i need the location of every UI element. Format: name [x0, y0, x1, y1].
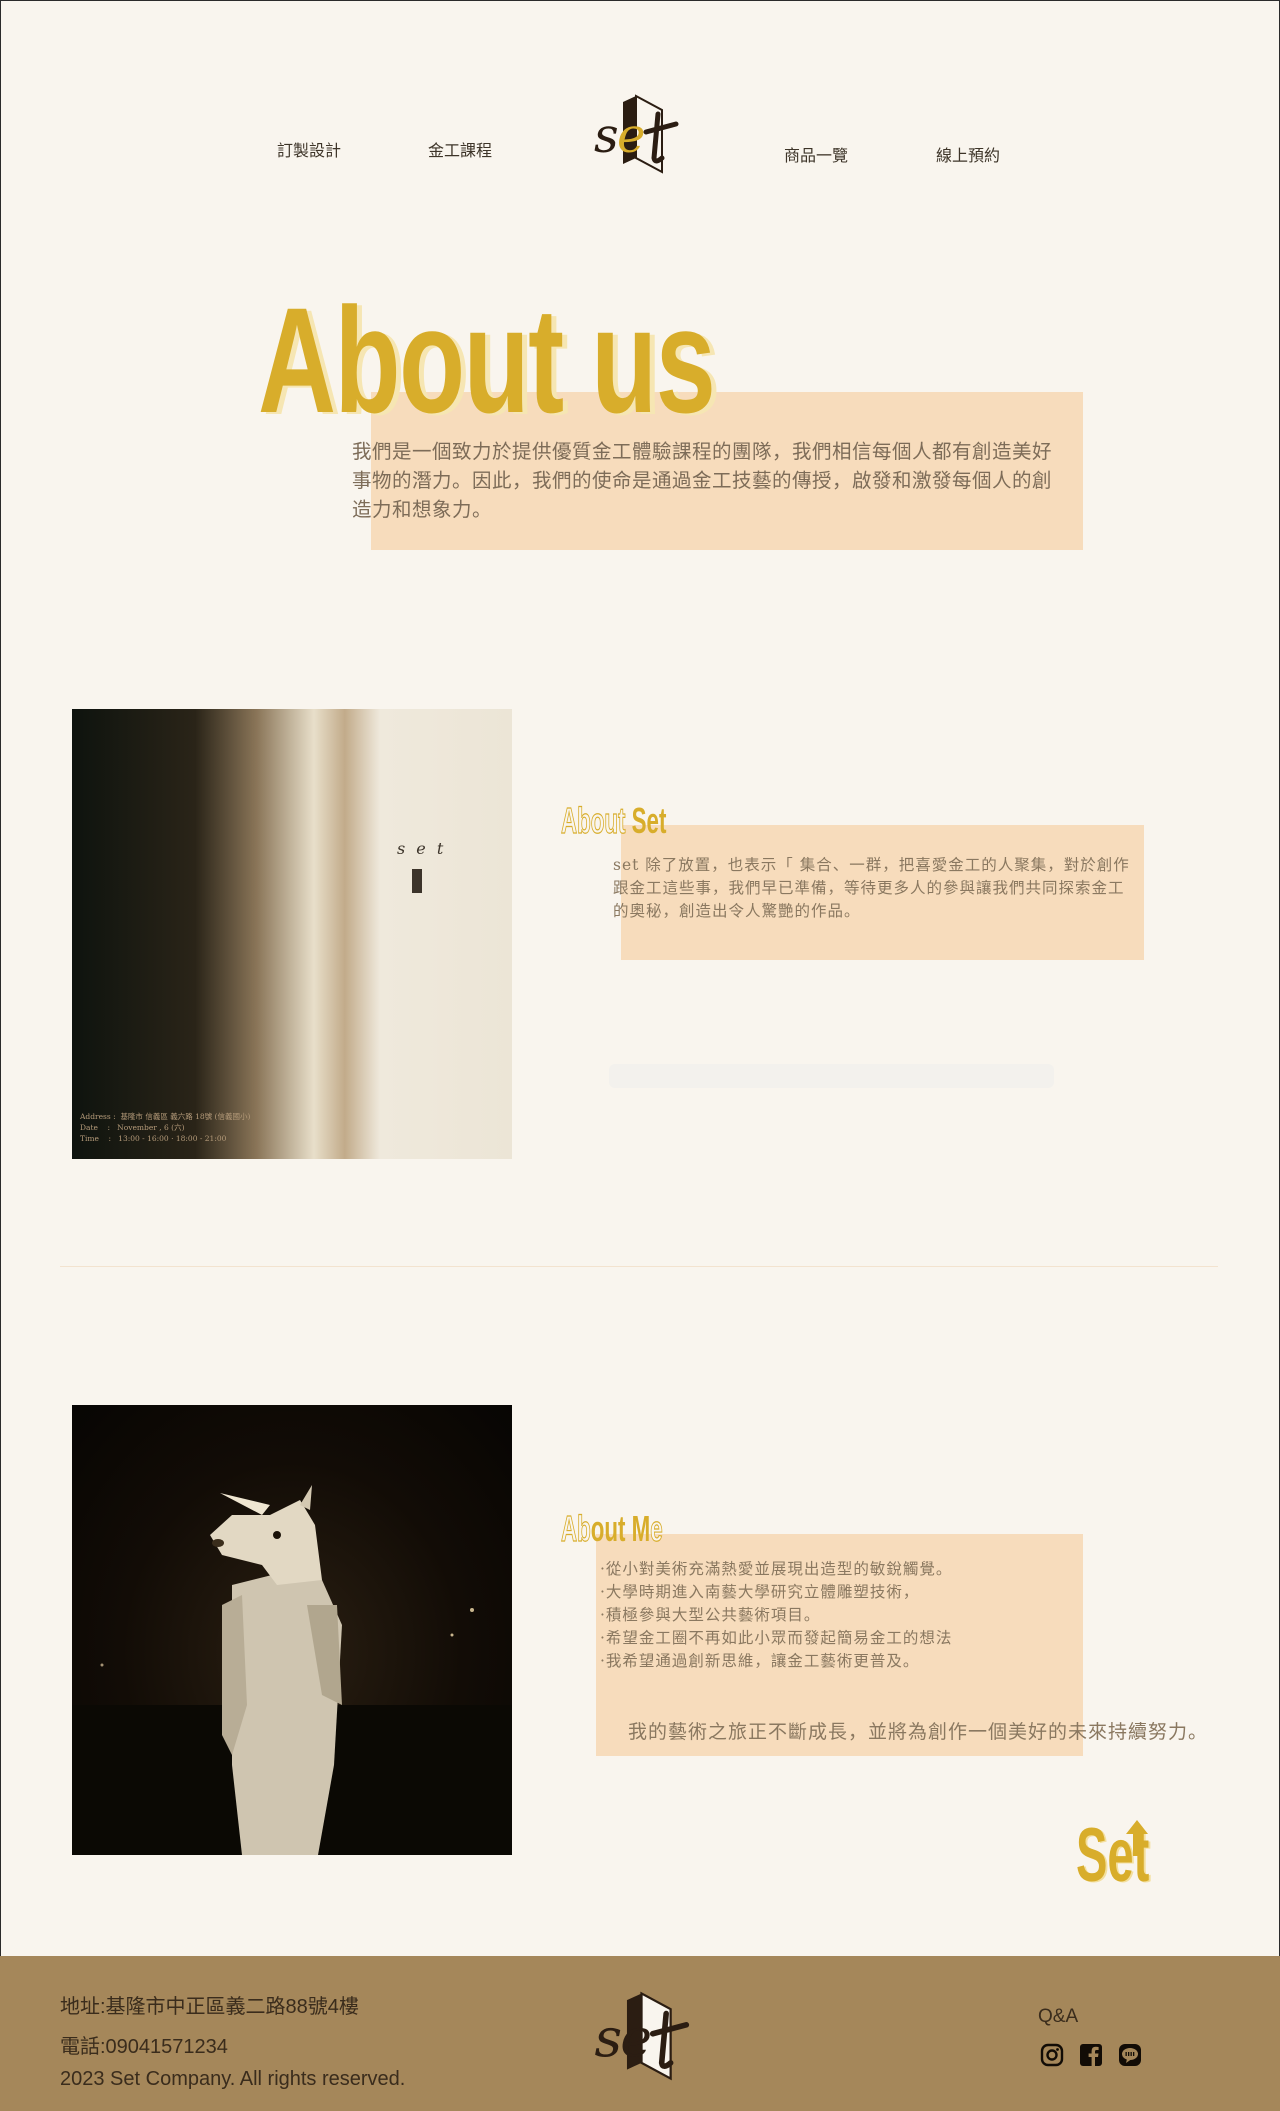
site-logo[interactable]: s e — [590, 92, 690, 180]
section-divider — [60, 1266, 1218, 1267]
about-set-title: About Set — [561, 799, 667, 841]
svg-text:e: e — [617, 108, 645, 164]
faint-bar — [609, 1064, 1054, 1088]
about-us-text: 我們是一個致力於提供優質金工體驗課程的團隊，我們相信每個人都有創造美好事物的潛力… — [352, 440, 1053, 521]
poster-info: Address : 基隆市 信義區 義六路 18號 (信義國小) Date : … — [80, 1112, 251, 1143]
facebook-icon[interactable] — [1079, 2043, 1103, 2067]
about-set-text: set 除了放置，也表示「 集合、一群，把喜愛金工的人聚集，對於創作跟金工這些事… — [613, 856, 1130, 920]
about-set-photo: s e t Address : 基隆市 信義區 義六路 18號 (信義國小) D… — [72, 709, 512, 1159]
footer-logo[interactable]: s e — [590, 1986, 702, 2090]
svg-text:e: e — [620, 2006, 652, 2069]
svg-text:s: s — [594, 2006, 622, 2069]
instagram-icon[interactable] — [1040, 2043, 1064, 2067]
list-item: ·希望金工圈不再如此小眾而發起簡易金工的想法 — [600, 1629, 953, 1647]
about-me-quote: 我的藝術之旅正不斷成長，並將為創作一個美好的未來持續努力。 — [628, 1721, 1209, 1743]
about-us-title: About us — [258, 276, 716, 444]
list-item: ·大學時期進入南藝大學研究立體雕塑技術， — [600, 1583, 920, 1601]
horse-mask-person-image — [72, 1485, 512, 1855]
about-me-list: ·從小對美術充滿熱愛並展現出造型的敏銳觸覺。 ·大學時期進入南藝大學研究立體雕塑… — [600, 1558, 952, 1673]
list-item: ·從小對美術充滿熱愛並展現出造型的敏銳觸覺。 — [600, 1560, 953, 1578]
about-me-photo — [72, 1405, 512, 1855]
footer-address: 地址:基隆市中正區義二路88號4樓 — [60, 1996, 359, 2018]
footer-copyright: 2023 Set Company. All rights reserved. — [60, 2068, 406, 2090]
list-item: ·積極參與大型公共藝術項目。 — [600, 1606, 821, 1624]
nav-custom-design[interactable]: 訂製設計 — [277, 137, 341, 161]
arrow-up-icon — [1126, 1820, 1148, 1856]
list-item: ·我希望通過創新思維，讓金工藝術更普及。 — [600, 1652, 920, 1670]
about-me-title: About Me — [561, 1507, 663, 1549]
nav-metalwork-course[interactable]: 金工課程 — [428, 137, 492, 161]
poster-brand: s e t — [397, 839, 447, 858]
svg-text:s: s — [594, 108, 619, 164]
qa-link[interactable]: Q&A — [1038, 2006, 1078, 2028]
nav-online-booking[interactable]: 線上預約 — [936, 142, 1000, 166]
line-icon[interactable] — [1118, 2043, 1142, 2067]
door-icon — [412, 869, 422, 893]
footer-phone: 電話:09041571234 — [60, 2036, 228, 2058]
nav-products[interactable]: 商品一覽 — [784, 142, 848, 166]
